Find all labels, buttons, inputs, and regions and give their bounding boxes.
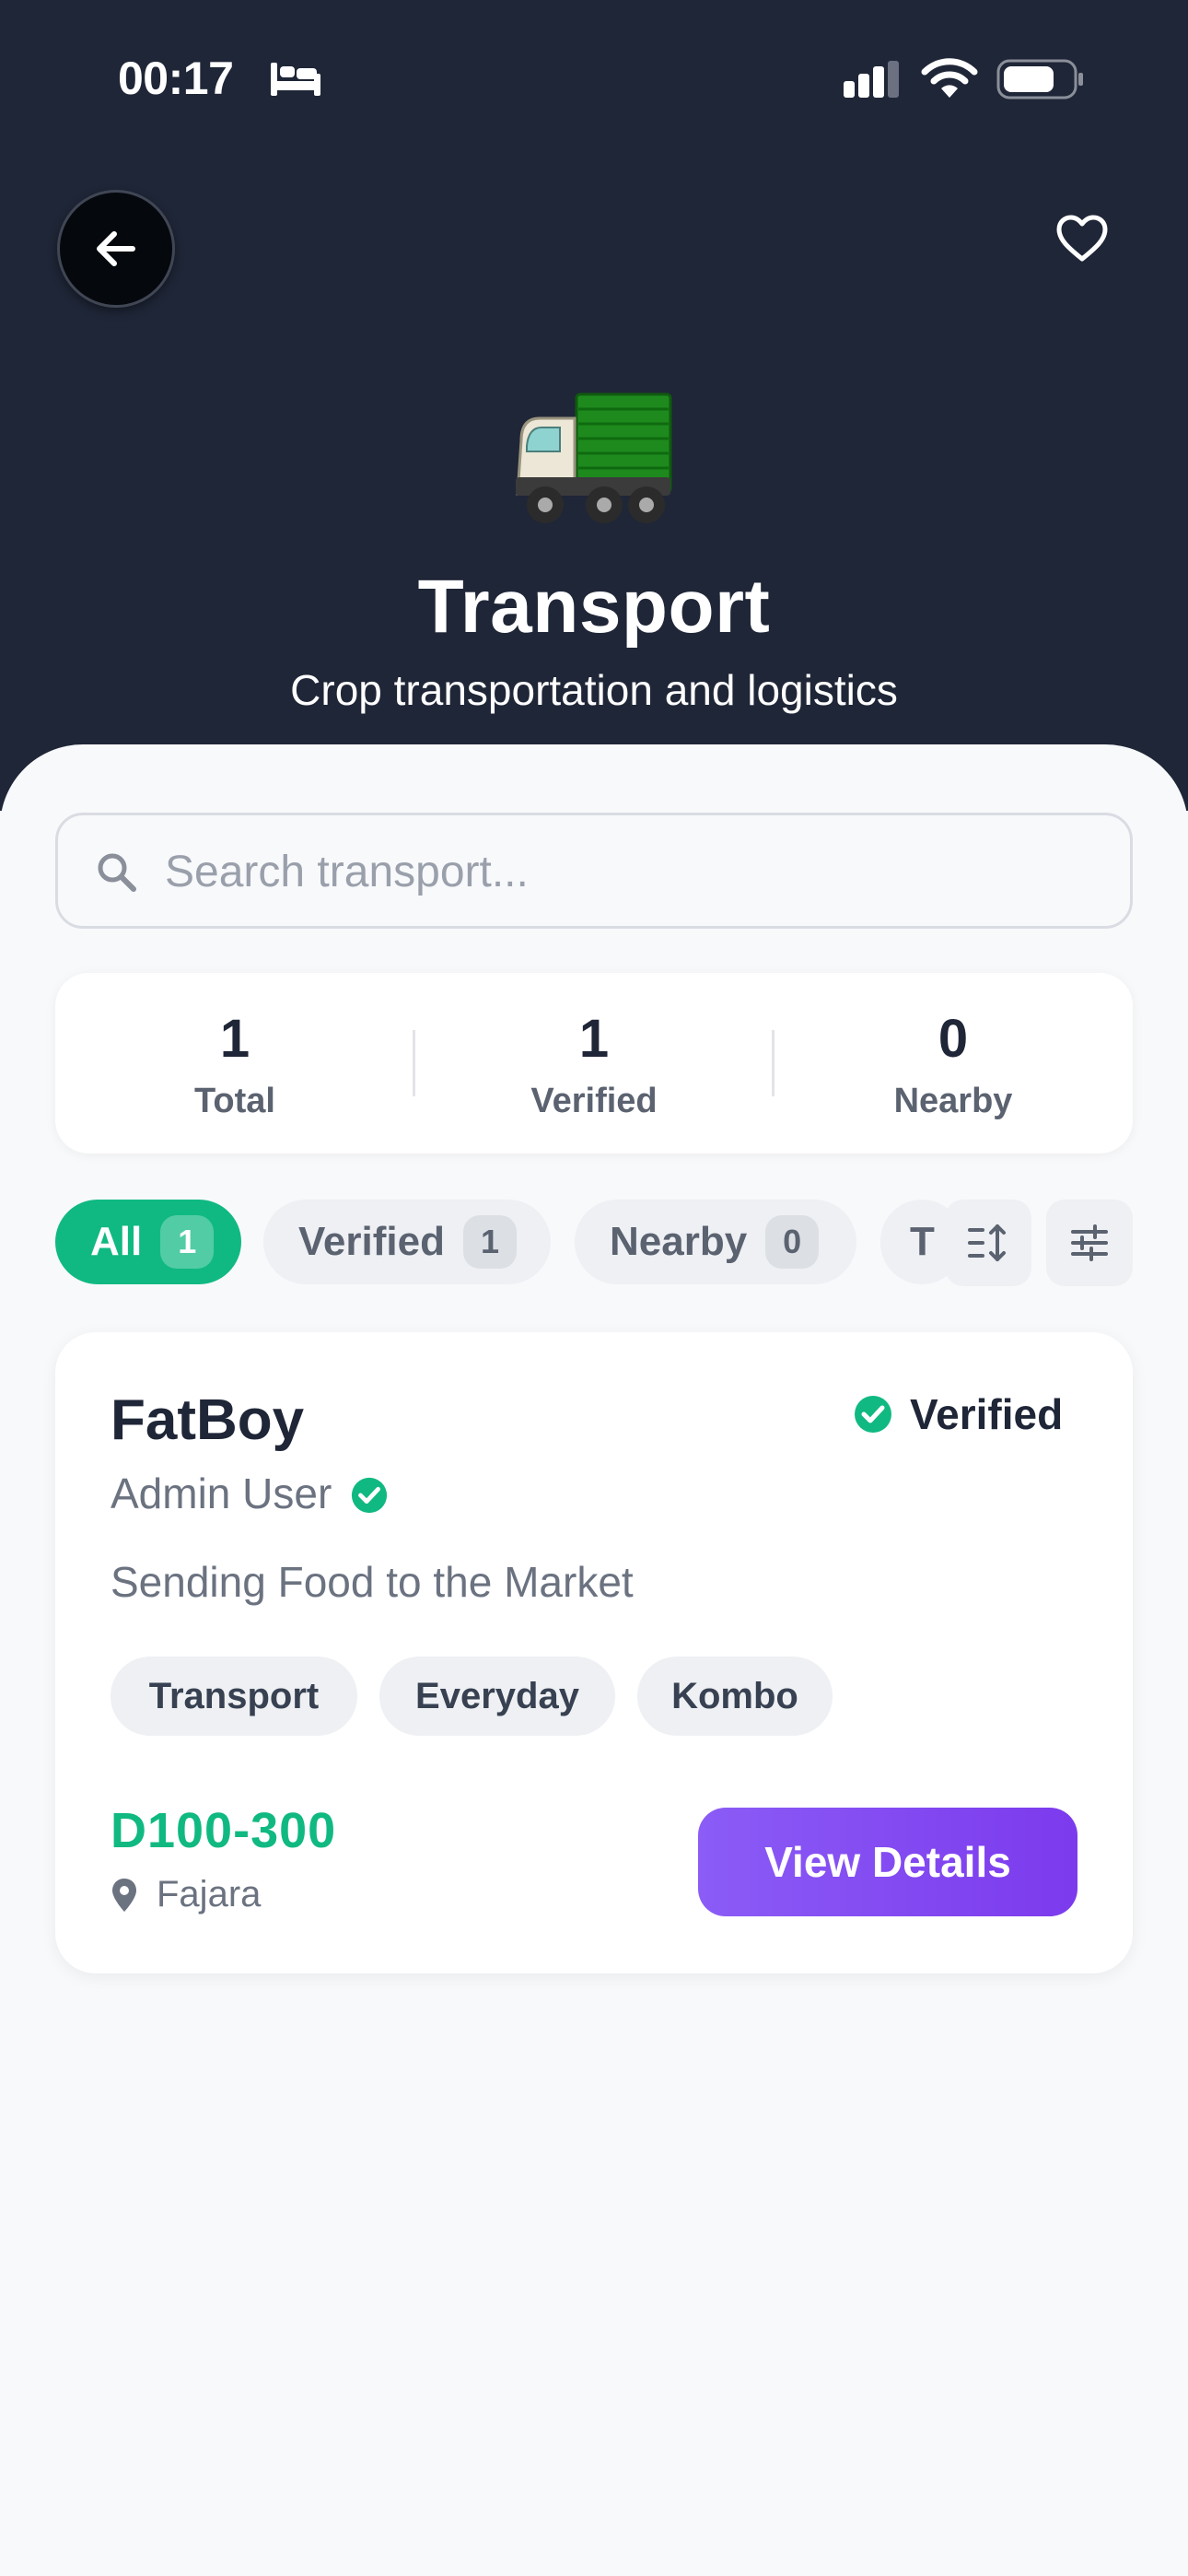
favorite-button[interactable]	[1052, 208, 1112, 269]
filter-chip-count: 0	[765, 1215, 820, 1269]
wifi-icon	[921, 58, 978, 98]
filter-chip-label: Nearby	[610, 1219, 748, 1264]
arrow-left-icon	[97, 231, 135, 266]
filter-chip-label: All	[90, 1219, 143, 1264]
search-bar[interactable]	[55, 813, 1133, 929]
truck-icon	[516, 392, 672, 523]
filter-chip-count: 1	[160, 1215, 215, 1269]
stat-total-value: 1	[219, 1009, 250, 1069]
heart-outline-icon	[1056, 215, 1108, 262]
check-circle-icon	[352, 1477, 388, 1514]
stat-verified-label: Verified	[530, 1082, 658, 1120]
listing-location: Fajara	[111, 1874, 261, 1915]
sort-button[interactable]	[945, 1200, 1031, 1286]
transport-screen: 00:17 Transport Crop transportation and …	[0, 0, 1188, 2576]
back-button[interactable]	[57, 190, 175, 308]
battery-icon	[996, 59, 1083, 100]
listing-price: D100-300	[111, 1803, 337, 1858]
listing-description: Sending Food to the Market	[111, 1558, 634, 1606]
stat-total: 1 Total	[55, 973, 414, 1153]
owner-name: Admin User	[111, 1469, 332, 1517]
filter-chips: All 1 Verified 1 Nearby 0 T	[55, 1200, 1133, 1286]
page-title: Transport	[417, 565, 771, 649]
sort-icon	[968, 1224, 1006, 1261]
verified-badge: Verified	[853, 1389, 1063, 1439]
tag-chip: Kombo	[637, 1657, 833, 1736]
view-details-button[interactable]: View Details	[698, 1808, 1077, 1916]
filter-chip-label: T	[910, 1219, 935, 1264]
location-text: Fajara	[157, 1874, 262, 1914]
filter-chip-count: 1	[462, 1215, 517, 1269]
stats-summary: 1 Total 1 Verified 0 Nearby	[55, 973, 1133, 1153]
stat-nearby-value: 0	[938, 1009, 969, 1069]
filter-chip-all[interactable]: All 1	[55, 1200, 241, 1284]
listing-card[interactable]: FatBoy Verified Admin User Sending Food …	[55, 1332, 1133, 1973]
stat-verified-value: 1	[578, 1009, 610, 1069]
filter-chip-label: Verified	[298, 1219, 445, 1264]
tag-chip: Everyday	[379, 1657, 615, 1736]
stat-verified: 1 Verified	[414, 973, 774, 1153]
filter-chip-verified[interactable]: Verified 1	[263, 1200, 551, 1284]
listing-owner: Admin User	[111, 1469, 389, 1518]
signal-icon	[844, 61, 899, 98]
stat-nearby-label: Nearby	[893, 1082, 1013, 1120]
header: 00:17 Transport Crop transportation and …	[0, 0, 1188, 811]
verified-badge-label: Verified	[910, 1390, 1064, 1438]
search-input[interactable]	[165, 839, 1086, 904]
sliders-icon	[1071, 1224, 1108, 1261]
listing-title: FatBoy	[111, 1388, 305, 1452]
page-subtitle: Crop transportation and logistics	[290, 666, 898, 714]
map-pin-icon	[112, 1878, 136, 1912]
tag-chip: Transport	[111, 1657, 357, 1736]
stat-nearby: 0 Nearby	[774, 973, 1133, 1153]
bed-icon	[271, 63, 320, 96]
check-circle-icon	[855, 1396, 891, 1433]
filter-chip-nearby[interactable]: Nearby 0	[575, 1200, 856, 1284]
status-time: 00:17	[118, 53, 234, 104]
stat-total-label: Total	[194, 1082, 275, 1120]
status-bar: 00:17	[0, 0, 1188, 162]
filter-button[interactable]	[1046, 1200, 1133, 1286]
search-icon	[98, 853, 136, 892]
